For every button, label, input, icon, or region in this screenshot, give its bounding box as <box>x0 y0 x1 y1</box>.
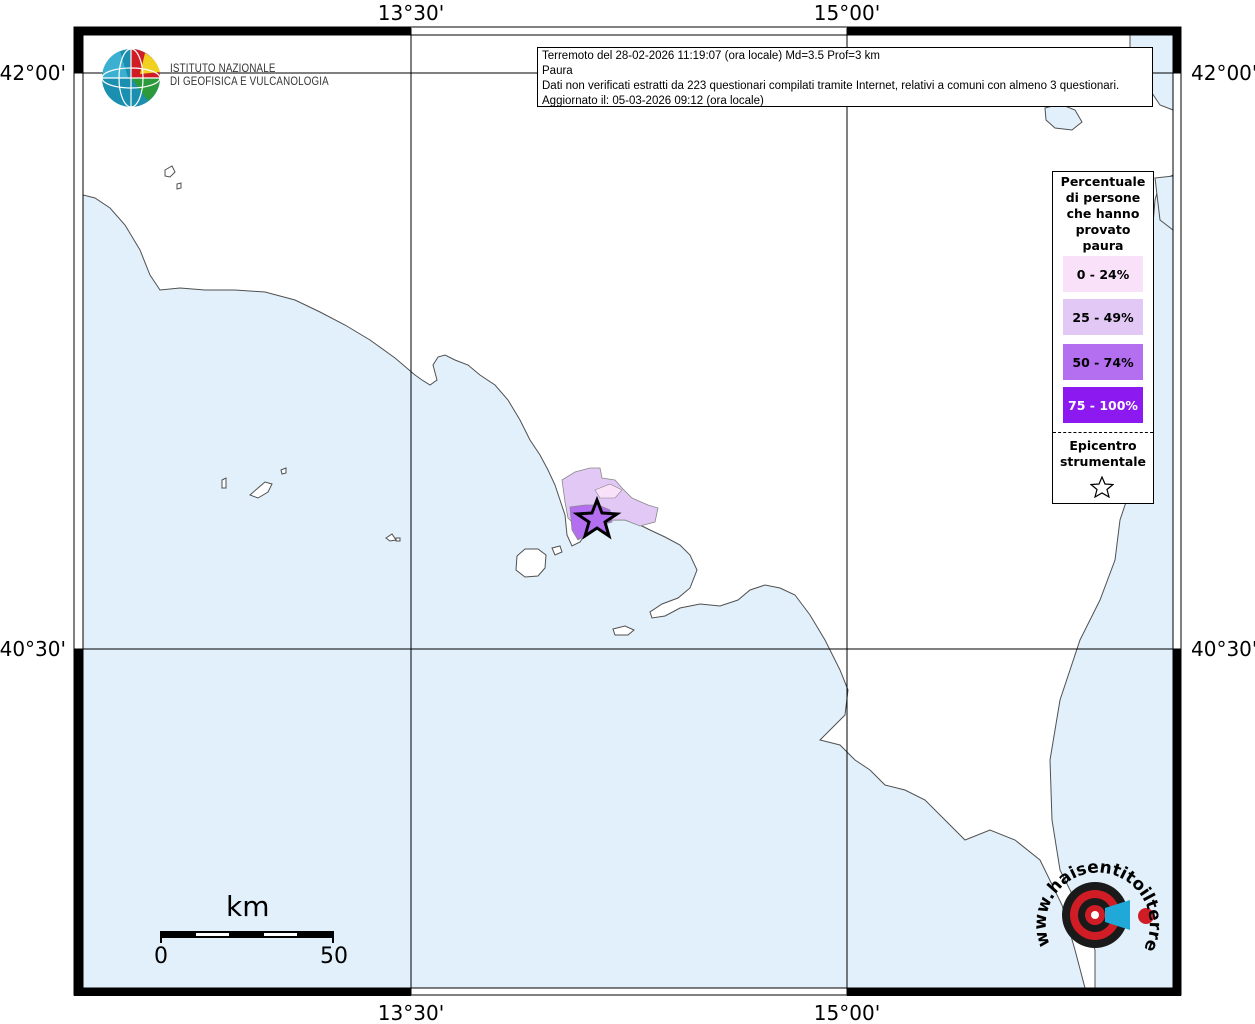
legend-item-2: 50 - 74% <box>1063 344 1143 380</box>
scale-max: 50 <box>320 944 348 969</box>
lat-label-left-1: 42°00' <box>0 61 66 85</box>
island-palmarola <box>221 477 227 489</box>
ingv-globe-icon <box>101 48 161 108</box>
info-updated: Aggiornato il: 05-03-2026 09:12 (ora loc… <box>542 95 764 107</box>
legend-item-3: 75 - 100% <box>1063 387 1143 423</box>
ingv-line-2: DI GEOFISICA E VULCANOLOGIA <box>170 76 329 88</box>
lon-label-top-2: 15°00' <box>814 1 880 25</box>
scale-unit: km <box>226 890 270 923</box>
info-event: Terremoto del 28-02-2026 11:19:07 (ora l… <box>542 50 880 62</box>
lon-label-bottom-2: 15°00' <box>814 1001 880 1024</box>
map: 13°30' 15°00' 13°30' 15°00' 42°00' 40°30… <box>0 0 1255 1024</box>
lat-label-right-1: 42°00' <box>1191 61 1255 85</box>
scale-min: 0 <box>154 944 168 969</box>
lon-label-bottom-1: 13°30' <box>378 1001 444 1024</box>
ingv-logo-text: ISTITUTO NAZIONALE DI GEOFISICA E VULCAN… <box>170 63 329 89</box>
island-giannutri <box>176 182 182 190</box>
legend-divider <box>1053 432 1153 433</box>
legend-item-0: 0 - 24% <box>1063 256 1143 292</box>
star-icon <box>1090 476 1114 498</box>
ingv-line-1: ISTITUTO NAZIONALE <box>170 63 276 75</box>
legend-title: Percentuale di persone che hanno provato… <box>1060 174 1146 253</box>
lon-label-top-1: 13°30' <box>378 1 444 25</box>
info-type: Paura <box>542 65 573 77</box>
legend-epicenter-label: Epicentro strumentale <box>1059 438 1147 469</box>
legend-item-1: 25 - 49% <box>1063 299 1143 335</box>
lat-label-left-2: 40°30' <box>0 637 66 661</box>
lat-label-right-2: 40°30' <box>1191 637 1255 661</box>
legend: Percentuale di persone che hanno provato… <box>1052 171 1154 504</box>
info-box: Terremoto del 28-02-2026 11:19:07 (ora l… <box>537 47 1153 107</box>
info-description: Dati non verificati estratti da 223 ques… <box>542 80 1120 92</box>
